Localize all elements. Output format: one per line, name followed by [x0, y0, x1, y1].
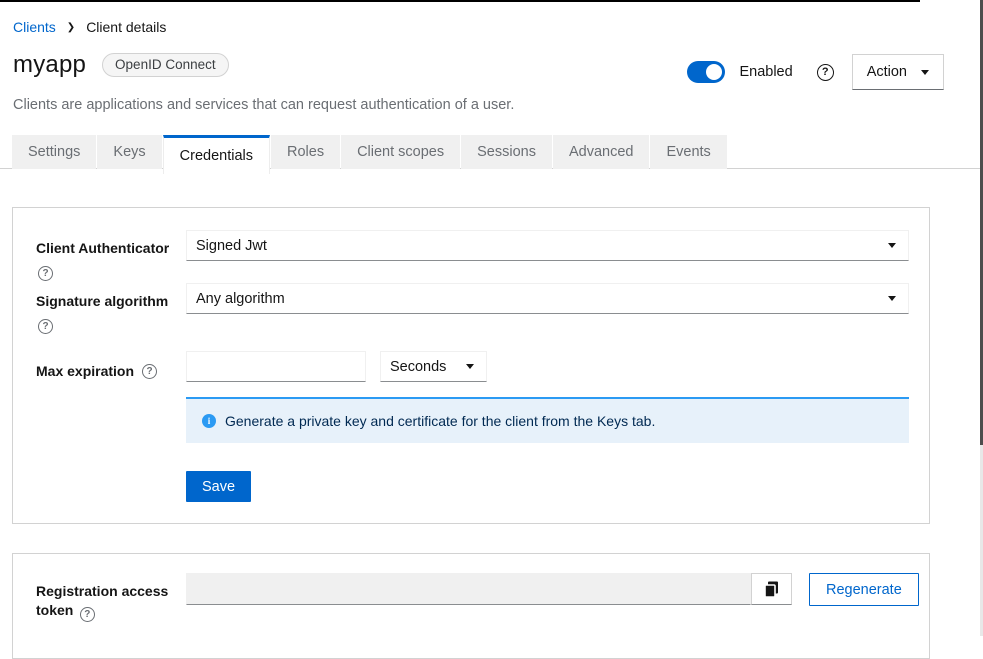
caret-down-icon	[888, 243, 896, 248]
tab-credentials[interactable]: Credentials	[163, 135, 270, 174]
copy-button[interactable]	[751, 573, 792, 605]
breadcrumb: Clients ❯ Client details	[0, 0, 983, 35]
max-expiration-row: Max expiration ? Seconds	[36, 351, 909, 382]
page-header: myapp OpenID Connect Enabled ? Action	[0, 35, 983, 90]
credentials-card: Client Authenticator ? Signed Jwt Signat…	[12, 207, 930, 524]
signature-algorithm-help-icon[interactable]: ?	[38, 319, 53, 334]
registration-token-input[interactable]	[186, 573, 751, 605]
signature-algorithm-label-block: Signature algorithm ?	[36, 283, 186, 334]
registration-token-field-group: Regenerate	[186, 573, 919, 622]
max-expiration-unit-select[interactable]: Seconds	[380, 351, 487, 382]
toggle-knob-icon	[706, 64, 722, 80]
max-expiration-field-group: Seconds	[186, 351, 909, 382]
enabled-toggle[interactable]	[687, 61, 725, 83]
max-expiration-unit-value: Seconds	[390, 359, 466, 375]
alert-row: i Generate a private key and certificate…	[36, 382, 909, 443]
header-controls: Enabled ? Action	[687, 54, 944, 90]
client-authenticator-label: Client Authenticator	[36, 239, 186, 257]
registration-token-label-block: Registration access token ?	[36, 573, 186, 622]
signature-algorithm-label: Signature algorithm	[36, 292, 186, 310]
signature-algorithm-select[interactable]: Any algorithm	[186, 283, 909, 314]
info-alert-text: Generate a private key and certificate f…	[225, 413, 655, 429]
enabled-label: Enabled	[739, 64, 792, 80]
page-description: Clients are applications and services th…	[0, 90, 983, 113]
breadcrumb-current: Client details	[86, 19, 166, 35]
max-expiration-help-icon[interactable]: ?	[142, 364, 157, 379]
max-expiration-label: Max expiration	[36, 362, 134, 380]
enabled-help-icon[interactable]: ?	[817, 64, 834, 81]
client-authenticator-label-block: Client Authenticator ?	[36, 230, 186, 281]
action-dropdown[interactable]: Action	[852, 54, 944, 90]
protocol-badge: OpenID Connect	[102, 53, 229, 77]
copy-icon	[764, 581, 779, 598]
tab-bar: Settings Keys Credentials Roles Client s…	[0, 135, 983, 169]
save-row: Save	[36, 443, 909, 502]
info-icon: i	[202, 414, 216, 428]
save-row-spacer	[36, 443, 186, 502]
tab-roles[interactable]: Roles	[271, 135, 340, 169]
caret-down-icon	[921, 70, 929, 75]
client-authenticator-value: Signed Jwt	[196, 238, 888, 254]
registration-token-label: Registration access token	[36, 583, 168, 618]
tab-events[interactable]: Events	[650, 135, 726, 169]
tab-client-scopes[interactable]: Client scopes	[341, 135, 460, 169]
tab-advanced[interactable]: Advanced	[553, 135, 650, 169]
action-dropdown-label: Action	[867, 64, 907, 80]
client-authenticator-select[interactable]: Signed Jwt	[186, 230, 909, 261]
info-alert: i Generate a private key and certificate…	[186, 397, 909, 443]
main-content: Client Authenticator ? Signed Jwt Signat…	[0, 207, 983, 659]
client-authenticator-row: Client Authenticator ? Signed Jwt	[36, 230, 909, 281]
alert-row-spacer	[36, 382, 186, 443]
tab-sessions[interactable]: Sessions	[461, 135, 552, 169]
chevron-right-icon: ❯	[67, 22, 75, 33]
registration-token-card: Registration access token ? Regenerate	[12, 553, 930, 659]
breadcrumb-link-clients[interactable]: Clients	[13, 19, 56, 35]
window-top-edge	[0, 0, 920, 2]
regenerate-button[interactable]: Regenerate	[809, 573, 919, 606]
signature-algorithm-value: Any algorithm	[196, 291, 888, 307]
max-expiration-input[interactable]	[186, 351, 366, 382]
page-title: myapp	[13, 51, 86, 79]
token-input-group	[186, 573, 792, 605]
save-button[interactable]: Save	[186, 471, 251, 502]
tab-keys[interactable]: Keys	[97, 135, 161, 169]
caret-down-icon	[466, 364, 474, 369]
caret-down-icon	[888, 296, 896, 301]
title-group: myapp OpenID Connect	[13, 51, 229, 79]
registration-token-row: Registration access token ? Regenerate	[36, 573, 909, 622]
signature-algorithm-row: Signature algorithm ? Any algorithm	[36, 283, 909, 334]
max-expiration-label-block: Max expiration ?	[36, 351, 186, 382]
tab-settings[interactable]: Settings	[12, 135, 96, 169]
client-authenticator-help-icon[interactable]: ?	[38, 266, 53, 281]
registration-token-help-icon[interactable]: ?	[80, 607, 95, 622]
